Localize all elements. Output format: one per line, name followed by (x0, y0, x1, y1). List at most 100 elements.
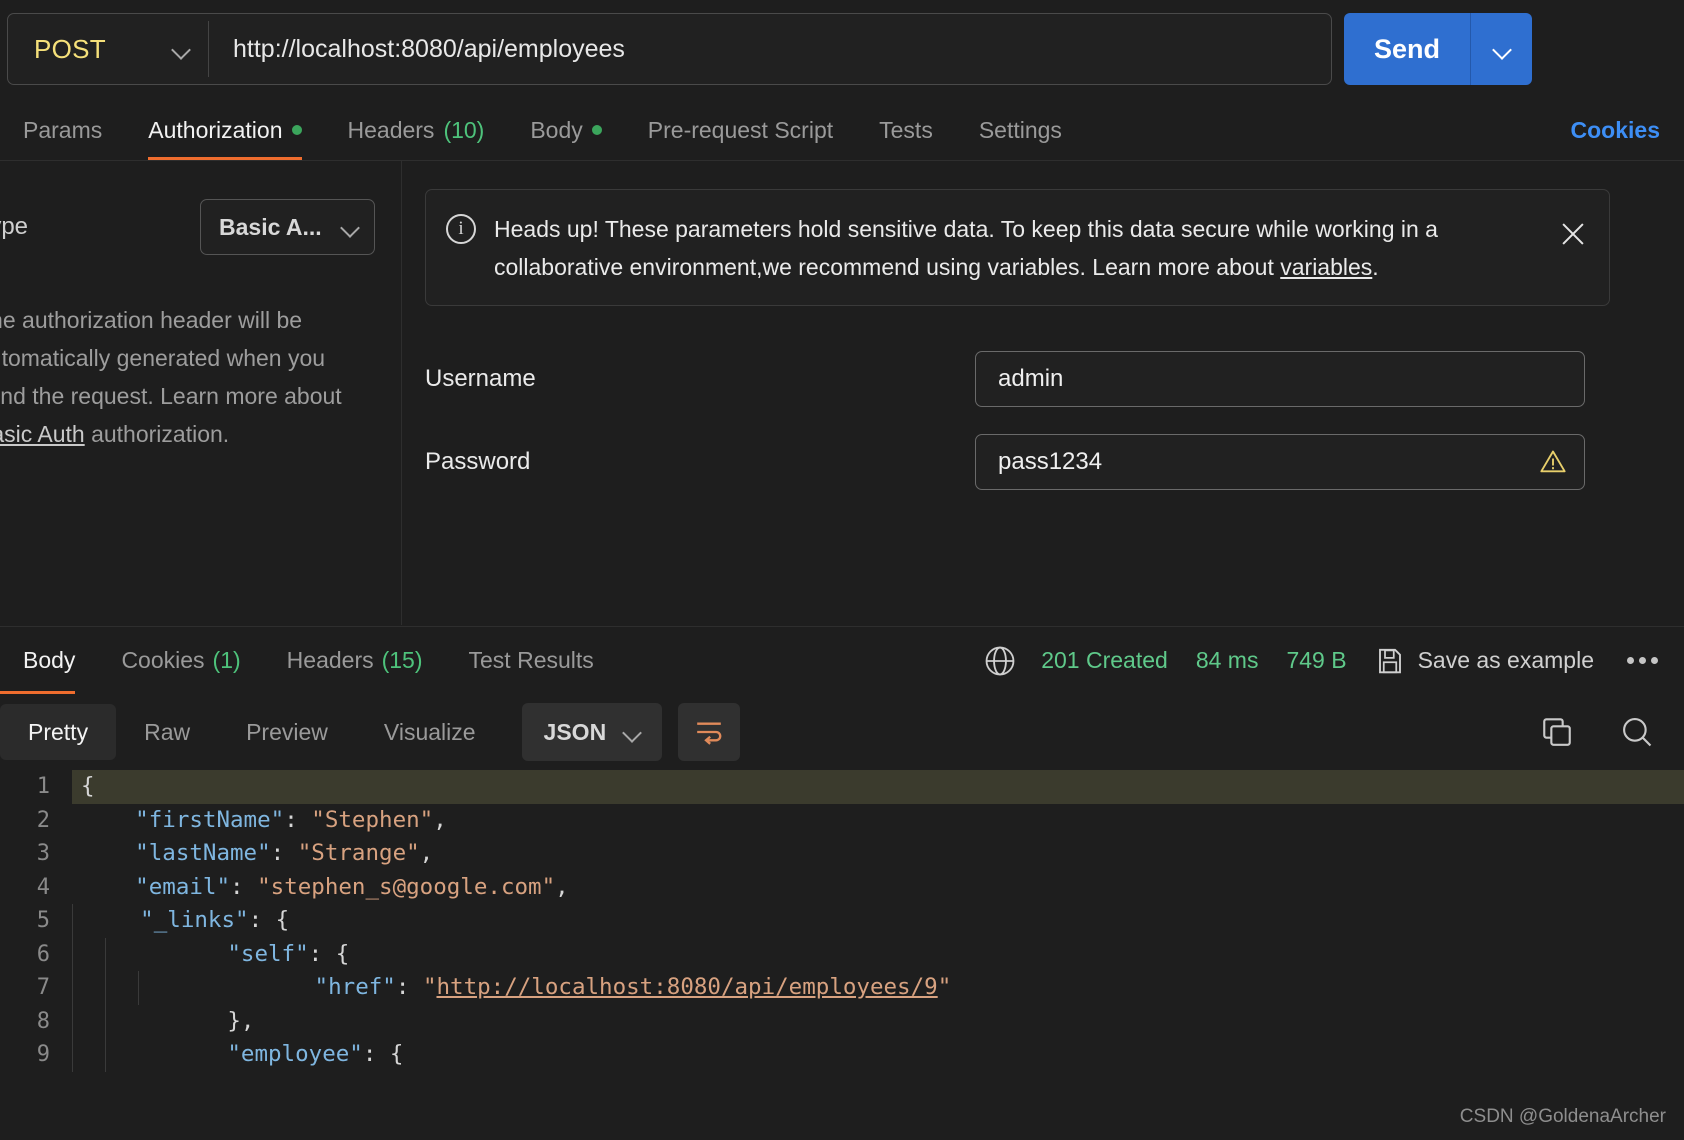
json-string: " (937, 974, 952, 1000)
more-options-icon[interactable] (1620, 643, 1664, 679)
tab-params[interactable]: Params (0, 100, 125, 160)
auth-description-text-1: The authorization header will be automat… (0, 307, 342, 409)
json-key: "firstName" (81, 806, 285, 833)
warning-triangle-icon[interactable] (1538, 448, 1568, 476)
format-tab-preview[interactable]: Preview (218, 704, 356, 760)
tab-label: Pre-request Script (647, 116, 834, 143)
variables-link[interactable]: variables (1280, 254, 1372, 280)
json-key: "employee" (119, 1041, 363, 1067)
code-text: "firstName": "Stephen", (72, 804, 447, 838)
json-punct: : (284, 806, 312, 833)
json-punct: }, (119, 1007, 255, 1034)
format-tab-visualize[interactable]: Visualize (356, 704, 504, 760)
auth-description-text-2: authorization. (84, 421, 230, 447)
url-input[interactable] (209, 14, 1331, 84)
username-field-box[interactable] (975, 351, 1585, 407)
tab-label: Body (530, 116, 583, 143)
response-format-toolbar: Pretty Raw Preview Visualize JSON (0, 694, 1684, 770)
line-number: 7 (36, 975, 50, 1000)
auth-type-panel: Type Basic A... The authorization header… (0, 161, 402, 625)
tab-tests[interactable]: Tests (856, 100, 956, 160)
send-button[interactable]: Send (1344, 13, 1470, 85)
auth-type-select[interactable]: Basic A... (200, 199, 375, 255)
tab-headers[interactable]: Headers (10) (325, 100, 508, 160)
code-text: }, (68, 1005, 254, 1039)
status-dot-icon (591, 125, 602, 135)
tab-settings[interactable]: Settings (956, 100, 1085, 160)
banner-text: Heads up! These parameters hold sensitiv… (476, 210, 1555, 286)
json-punct: : { (362, 1041, 404, 1067)
code-text: "self": { (68, 938, 349, 972)
search-icon[interactable] (1620, 715, 1654, 749)
json-punct: : (270, 840, 298, 866)
code-line: 5 "_links": { (0, 904, 1684, 938)
password-field-box[interactable] (975, 434, 1585, 490)
request-url-bar: POST Send (0, 0, 1684, 98)
response-href-link[interactable]: http://localhost:8080/api/employees/9 (436, 974, 937, 1000)
copy-icon[interactable] (1540, 715, 1574, 749)
code-text: "employee": { (68, 1038, 403, 1072)
line-number: 2 (36, 807, 50, 833)
json-string: " (422, 974, 437, 1000)
banner-text-2: . (1372, 254, 1379, 280)
close-icon[interactable] (1555, 216, 1591, 252)
code-line: 1{ (0, 770, 1684, 804)
tab-label: Visualize (383, 718, 476, 745)
json-punct: : (395, 974, 423, 1000)
response-tab-cookies[interactable]: Cookies (1) (98, 627, 263, 694)
format-tab-raw[interactable]: Raw (116, 704, 218, 760)
password-input[interactable] (998, 448, 1538, 476)
chevron-down-icon (171, 39, 191, 59)
response-tab-body[interactable]: Body (0, 627, 98, 694)
http-method-select[interactable]: POST (8, 14, 208, 84)
response-meta: 201 Created 84 ms 749 B Save as example (983, 627, 1664, 694)
tab-label: Preview (246, 718, 328, 745)
wrap-lines-button[interactable] (677, 703, 740, 761)
tab-authorization[interactable]: Authorization (125, 100, 324, 160)
save-as-example-label: Save as example (1417, 647, 1594, 673)
authorization-panel: Type Basic A... The authorization header… (0, 161, 1684, 625)
json-punct: : (230, 873, 258, 900)
line-number: 3 (36, 841, 50, 866)
json-punct: { (81, 773, 95, 799)
response-time: 84 ms (1195, 647, 1259, 673)
tab-label: Test Results (468, 647, 594, 673)
auth-description: The authorization header will be automat… (0, 301, 375, 453)
json-key: "lastName" (81, 840, 271, 866)
save-as-example-button[interactable]: Save as example (1375, 646, 1594, 676)
auth-type-row: Type Basic A... (0, 199, 375, 255)
json-key: "href" (152, 974, 396, 1000)
tab-label: Headers (286, 647, 374, 673)
response-body-viewer[interactable]: 1{2 "firstName": "Stephen", 3 "lastName":… (0, 770, 1684, 1140)
globe-icon[interactable] (983, 644, 1017, 678)
code-text: { (72, 770, 95, 804)
code-line: 9 "employee": { (0, 1038, 1684, 1072)
line-number: 1 (0, 770, 72, 804)
status-dot-icon (291, 125, 302, 135)
tab-body[interactable]: Body (507, 100, 624, 160)
json-key: "self" (119, 940, 309, 967)
json-string: "stephen_s@google.com" (257, 873, 556, 900)
send-options-button[interactable] (1470, 13, 1532, 85)
code-line: 6 "self": { (0, 937, 1684, 972)
tab-pre-request-script[interactable]: Pre-request Script (625, 100, 856, 160)
save-icon (1378, 648, 1401, 673)
code-text: "_links": { (68, 904, 289, 938)
tab-badge: (15) (381, 647, 423, 673)
http-method-label: POST (34, 33, 106, 64)
password-row: Password (425, 434, 1585, 490)
format-tab-pretty[interactable]: Pretty (0, 704, 117, 760)
cookies-link[interactable]: Cookies (1571, 100, 1660, 160)
response-tab-headers[interactable]: Headers (15) (264, 627, 446, 694)
json-string: "Stephen" (311, 806, 434, 833)
username-input[interactable] (998, 365, 1568, 393)
tab-label: Body (23, 647, 76, 673)
info-icon: i (446, 214, 476, 244)
line-number: 6 (36, 941, 50, 967)
json-punct: , (555, 873, 569, 900)
basic-auth-link[interactable]: Basic Auth (0, 421, 85, 447)
line-number: 8 (36, 1008, 50, 1034)
tab-label: Authorization (148, 116, 283, 143)
response-format-select[interactable]: JSON (521, 703, 662, 761)
response-tab-test-results[interactable]: Test Results (446, 627, 617, 694)
